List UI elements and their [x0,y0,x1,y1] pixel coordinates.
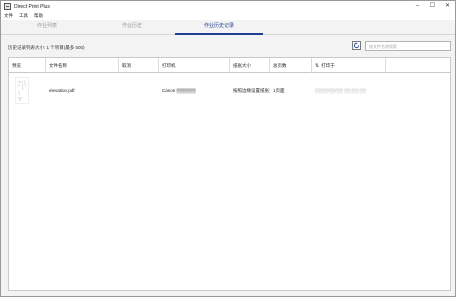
menu-file[interactable]: 文件 [4,13,13,19]
window-title: Direct Print Plus [14,3,50,10]
file-name-cell: elevation.pdf [49,88,75,93]
cancel-cell [119,74,159,108]
total-pages-cell: 1页面 [273,88,285,93]
printer-cell: Canon ▒▒▒▒▒▒ [162,88,196,93]
column-cancel[interactable]: 取消 [119,58,159,73]
menu-help[interactable]: 帮助 [34,13,43,19]
refresh-icon [353,42,360,49]
menu-bar: 文件 工具 帮助 [1,12,455,20]
column-printed-at[interactable]: ⇅ 打印于 [312,58,386,73]
maximize-button[interactable]: ☐ [425,1,440,12]
title-bar: Direct Print Plus – ☐ ✕ [1,1,455,12]
sort-arrows-icon: ⇅ [315,63,320,69]
close-button[interactable]: ✕ [440,1,455,12]
history-table: 预览 文件名称 取消 打印机 纸张大小 总页数 ⇅ 打印于 elevation.… [8,57,451,291]
column-paper-size[interactable]: 纸张大小 [230,58,270,73]
search-input[interactable] [365,41,451,51]
tab-job-history-log[interactable]: 作业历史记录 [175,20,263,35]
tab-job-history[interactable]: 作业历史 [99,20,165,35]
column-file-name[interactable]: 文件名称 [46,58,119,73]
window-controls: – ☐ ✕ [410,1,455,12]
document-preview-thumbnail [15,77,29,104]
table-row[interactable]: elevation.pdf Canon ▒▒▒▒▒▒ 按照边缘设置纸张大小 1页… [9,74,450,108]
history-count-label: 历史记录列表大小: 1 个项目(最多 500) [8,45,85,50]
app-window: Direct Print Plus – ☐ ✕ 文件 工具 帮助 作业列表 作业… [0,0,456,297]
column-printed-at-label: 打印于 [321,63,335,68]
minimize-button[interactable]: – [410,1,425,12]
printed-at-cell: ▒▒▒▒/▒▒/▒▒ ▒▒:▒▒:▒▒ [315,88,366,93]
preview-cell [9,74,46,108]
table-header: 预览 文件名称 取消 打印机 纸张大小 总页数 ⇅ 打印于 [9,58,450,73]
paper-size-cell: 按照边缘设置纸张大小 [233,88,270,93]
column-preview[interactable]: 预览 [9,58,46,73]
tab-bar: 作业列表 作业历史 作业历史记录 [1,20,455,35]
column-total-pages[interactable]: 总页数 [270,58,312,73]
tab-job-list[interactable]: 作业列表 [23,20,71,35]
printer-app-icon [4,3,11,10]
menu-tools[interactable]: 工具 [19,13,28,19]
column-printer[interactable]: 打印机 [159,58,230,73]
refresh-button[interactable] [352,41,361,50]
